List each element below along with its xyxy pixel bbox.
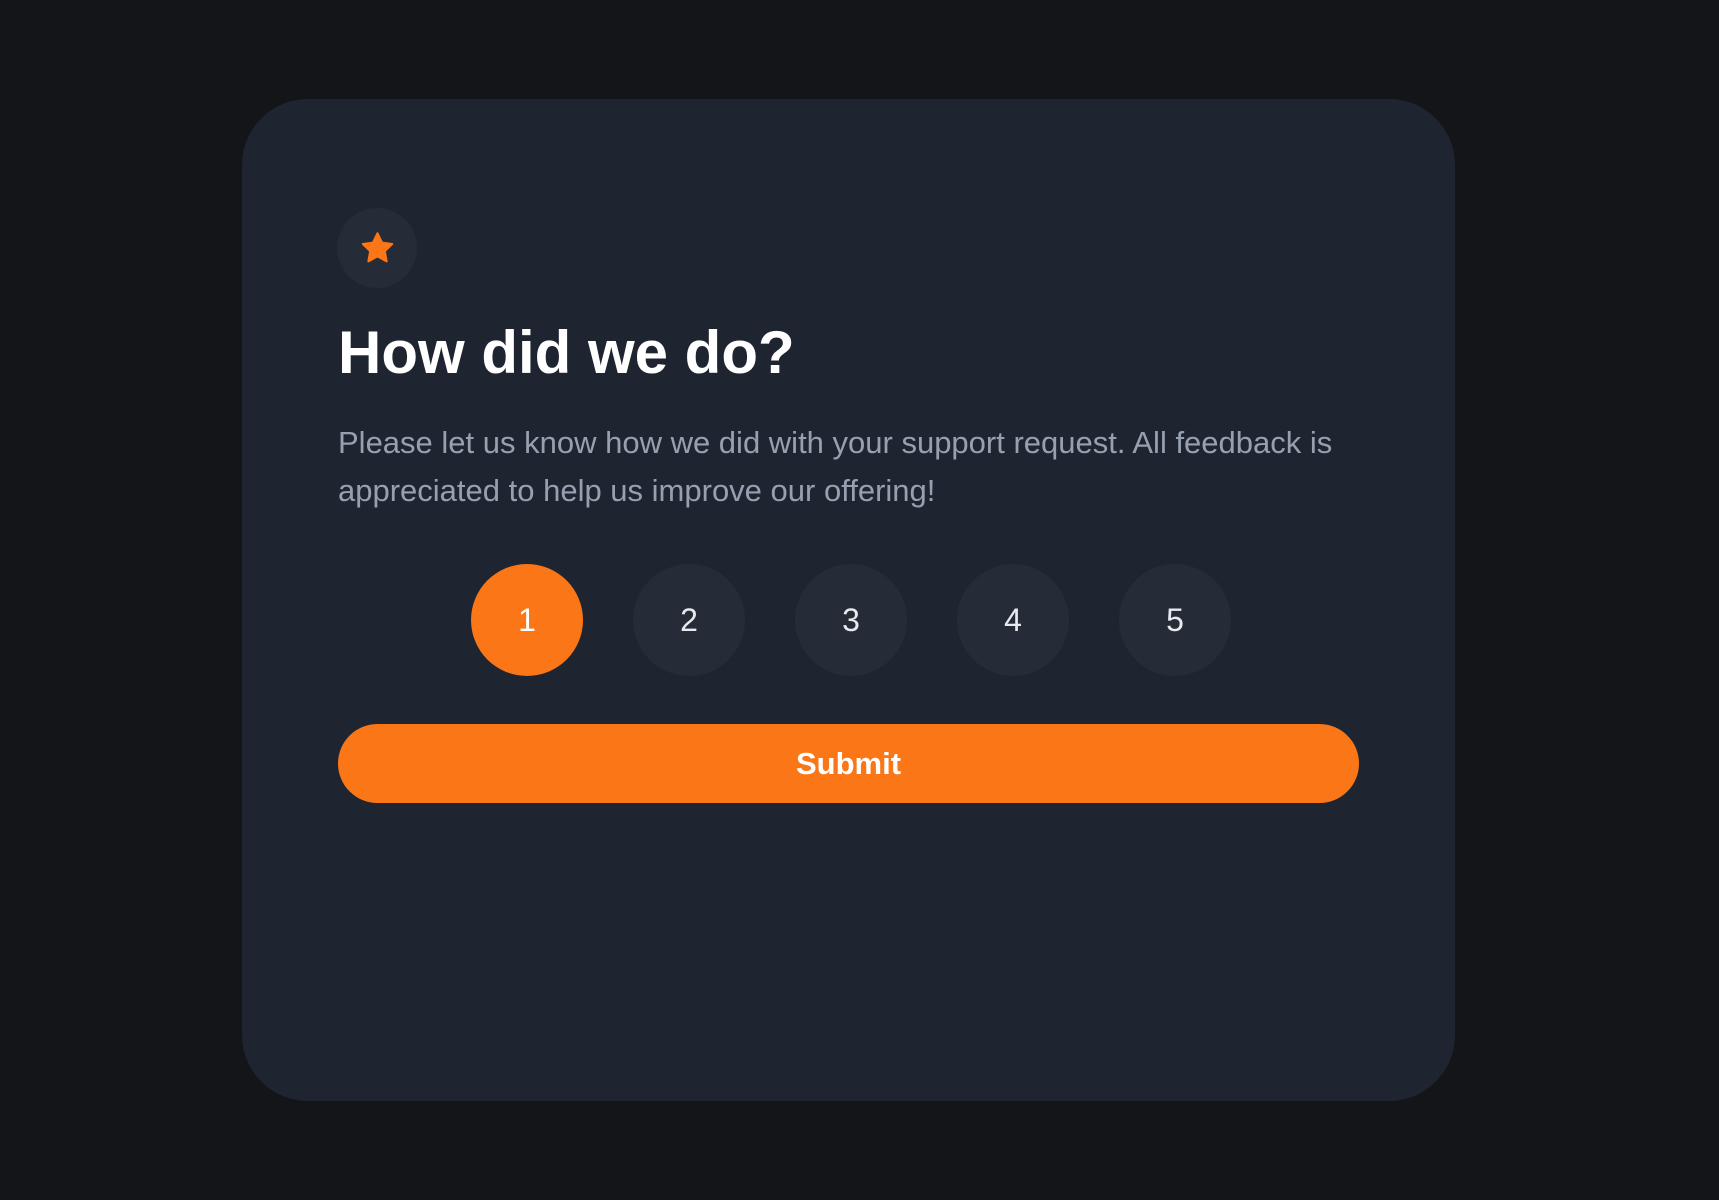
rating-option-3[interactable]: 3 [795, 564, 907, 676]
star-badge [337, 208, 417, 288]
rating-option-5[interactable]: 5 [1119, 564, 1231, 676]
card-description: Please let us know how we did with your … [338, 425, 1333, 508]
rating-options: 1 2 3 4 5 [471, 564, 1234, 676]
rating-card: How did we do? Please let us know how we… [242, 99, 1455, 1101]
submit-button[interactable]: Submit [338, 724, 1359, 803]
card-title: How did we do? [338, 319, 795, 386]
rating-option-1[interactable]: 1 [471, 564, 583, 676]
star-icon [361, 231, 393, 262]
rating-option-4[interactable]: 4 [957, 564, 1069, 676]
rating-option-2[interactable]: 2 [633, 564, 745, 676]
